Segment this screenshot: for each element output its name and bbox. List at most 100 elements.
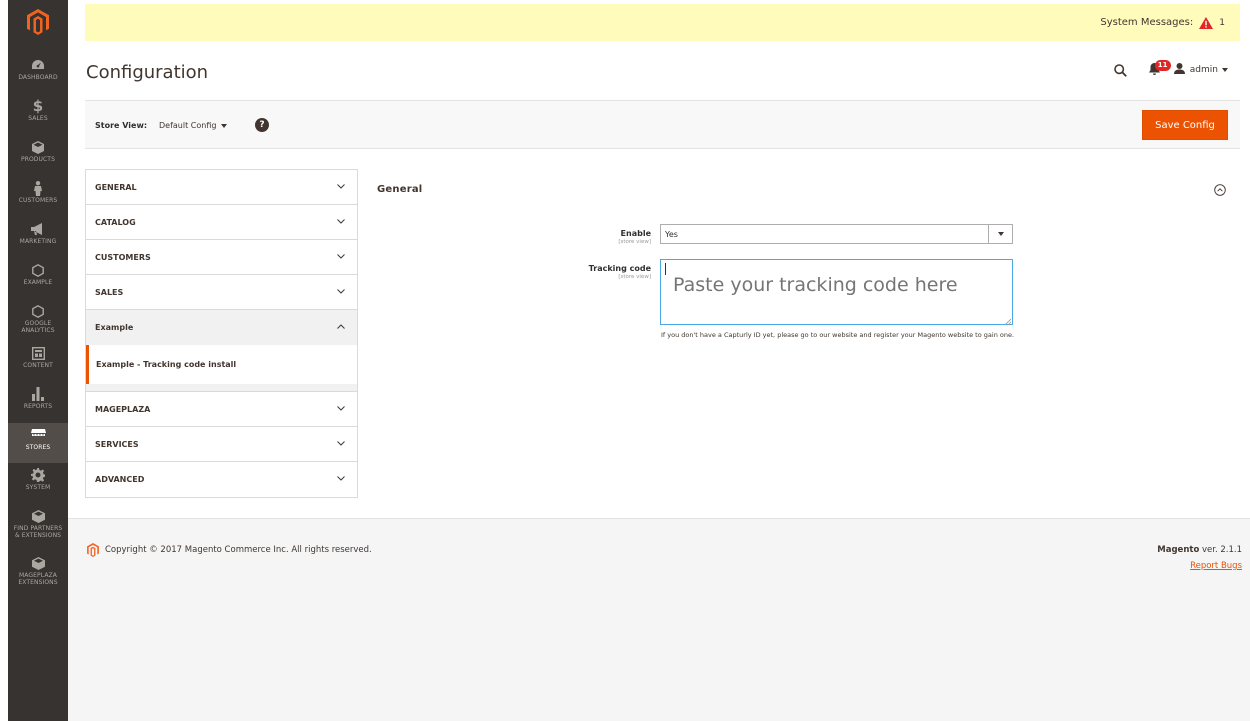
user-icon bbox=[1173, 63, 1185, 77]
nav-mageplaza-extensions[interactable]: MAGEPLAZA EXTENSIONS bbox=[8, 551, 68, 598]
nav-label: CUSTOMERS bbox=[18, 197, 58, 204]
tab-label: CATALOG bbox=[95, 217, 136, 227]
store-view-bar: Store View: Default Config ? Save Config bbox=[85, 100, 1240, 149]
page-title: Configuration bbox=[86, 62, 209, 83]
config-tabs: GENERAL CATALOG CUSTOMERS SALES Example … bbox=[85, 169, 358, 498]
gear-icon bbox=[8, 467, 68, 483]
chevron-up-icon bbox=[337, 322, 345, 331]
tab-label: GENERAL bbox=[95, 182, 137, 192]
nav-products[interactable]: PRODUCTS bbox=[8, 135, 68, 176]
bar-chart-icon bbox=[8, 386, 68, 402]
nav-content[interactable]: CONTENT bbox=[8, 341, 68, 382]
footer-version: Magento ver. 2.1.1 bbox=[1157, 545, 1242, 555]
tab-advanced[interactable]: ADVANCED bbox=[86, 462, 357, 497]
tab-customers[interactable]: CUSTOMERS bbox=[86, 240, 357, 275]
header-actions: 11 admin bbox=[1113, 59, 1228, 80]
enable-field-label: Enable [store view] bbox=[511, 229, 651, 245]
hexagon-icon bbox=[8, 303, 68, 319]
system-messages-bar[interactable]: System Messages: 1 bbox=[85, 4, 1240, 41]
user-menu[interactable]: admin bbox=[1173, 63, 1228, 77]
nav-example[interactable]: EXAMPLE bbox=[8, 258, 68, 299]
tab-general[interactable]: GENERAL bbox=[86, 170, 357, 205]
warning-triangle-icon bbox=[1199, 16, 1214, 29]
tab-sales[interactable]: SALES bbox=[86, 275, 357, 310]
store-view-value: Default Config bbox=[159, 121, 217, 130]
tab-catalog[interactable]: CATALOG bbox=[86, 205, 357, 240]
nav-label: CONTENT bbox=[23, 362, 53, 369]
tab-example-items: Example - Tracking code install bbox=[86, 345, 357, 392]
magento-logo-icon bbox=[87, 543, 99, 557]
box-icon bbox=[8, 555, 68, 571]
help-icon[interactable]: ? bbox=[255, 118, 269, 132]
nav-label: MARKETING bbox=[19, 238, 57, 245]
nav-system[interactable]: SYSTEM bbox=[8, 463, 68, 504]
chevron-down-icon bbox=[337, 474, 345, 483]
nav-label: STORES bbox=[25, 444, 51, 451]
nav-label: PRODUCTS bbox=[21, 156, 55, 163]
save-config-button[interactable]: Save Config bbox=[1142, 110, 1228, 140]
nav-label: REPORTS bbox=[23, 403, 53, 410]
tracking-code-note: If you don't have a Capturly ID yet, ple… bbox=[661, 331, 1015, 339]
tracking-code-label: Tracking code bbox=[588, 264, 651, 273]
cube-icon bbox=[8, 139, 68, 155]
nav-google-analytics[interactable]: GOOGLE ANALYTICS bbox=[8, 299, 68, 341]
resize-grip-icon[interactable] bbox=[1004, 317, 1012, 328]
layout-icon bbox=[8, 345, 68, 361]
text-caret bbox=[665, 263, 666, 275]
admin-sidebar: DASHBOARD $ SALES PRODUCTS CUSTOMERS MAR… bbox=[8, 0, 68, 721]
tab-example[interactable]: Example bbox=[86, 310, 357, 345]
tab-item-tracking-code-install[interactable]: Example - Tracking code install bbox=[86, 345, 357, 384]
user-name: admin bbox=[1189, 65, 1218, 75]
nav-label: FIND PARTNERS & EXTENSIONS bbox=[13, 525, 63, 539]
enable-label: Enable bbox=[620, 229, 651, 238]
collapse-section-icon[interactable] bbox=[1214, 184, 1226, 199]
brand-name: Magento bbox=[1157, 545, 1200, 555]
tab-mageplaza[interactable]: MAGEPLAZA bbox=[86, 392, 357, 427]
tracking-code-scope: [store view] bbox=[618, 274, 651, 280]
nav-label: EXAMPLE bbox=[23, 279, 53, 286]
chevron-down-icon bbox=[337, 217, 345, 226]
chevron-down-icon bbox=[337, 439, 345, 448]
notifications-button[interactable]: 11 bbox=[1148, 59, 1171, 78]
nav-customers[interactable]: CUSTOMERS bbox=[8, 176, 68, 217]
page-footer: Copyright © 2017 Magento Commerce Inc. A… bbox=[68, 518, 1250, 721]
dollar-icon: $ bbox=[32, 97, 44, 115]
nav-label: SYSTEM bbox=[25, 484, 51, 491]
chevron-down-icon bbox=[221, 122, 228, 130]
tracking-code-field-label: Tracking code [store view] bbox=[511, 264, 651, 280]
tab-services[interactable]: SERVICES bbox=[86, 427, 357, 462]
person-icon bbox=[8, 180, 68, 196]
box-icon bbox=[8, 508, 68, 524]
nav-sales[interactable]: $ SALES bbox=[8, 94, 68, 135]
search-icon[interactable] bbox=[1113, 63, 1127, 77]
nav-label: MAGEPLAZA EXTENSIONS bbox=[18, 572, 58, 586]
nav-label: GOOGLE ANALYTICS bbox=[21, 320, 55, 334]
nav-label: DASHBOARD bbox=[18, 74, 58, 81]
system-messages-count: 1 bbox=[1219, 17, 1225, 28]
tab-label: ADVANCED bbox=[95, 475, 145, 484]
nav-stores[interactable]: STORES bbox=[8, 423, 68, 463]
tab-label: CUSTOMERS bbox=[95, 252, 151, 262]
nav-find-partners[interactable]: FIND PARTNERS & EXTENSIONS bbox=[8, 504, 68, 551]
enable-select[interactable]: Yes bbox=[660, 224, 1013, 244]
tab-label: Example bbox=[95, 323, 134, 332]
hexagon-icon bbox=[8, 262, 68, 278]
chevron-down-icon bbox=[988, 225, 1012, 243]
copyright-text: Copyright © 2017 Magento Commerce Inc. A… bbox=[105, 545, 372, 555]
magento-logo-icon[interactable] bbox=[8, 0, 68, 44]
store-icon bbox=[8, 427, 68, 443]
nav-marketing[interactable]: MARKETING bbox=[8, 217, 68, 258]
report-bugs-link[interactable]: Report Bugs bbox=[1190, 561, 1242, 571]
nav-dashboard[interactable]: DASHBOARD bbox=[8, 53, 68, 94]
store-view-switcher[interactable]: Default Config bbox=[159, 121, 228, 130]
section-title[interactable]: General bbox=[377, 184, 422, 195]
chevron-down-icon bbox=[337, 182, 345, 191]
chevron-down-icon bbox=[337, 287, 345, 296]
megaphone-icon bbox=[8, 221, 68, 237]
footer-copyright: Copyright © 2017 Magento Commerce Inc. A… bbox=[87, 543, 372, 557]
tab-label: SERVICES bbox=[95, 439, 139, 449]
nav-reports[interactable]: REPORTS bbox=[8, 382, 68, 423]
enable-select-value: Yes bbox=[665, 229, 678, 239]
nav-label: SALES bbox=[28, 115, 48, 122]
tracking-code-input[interactable] bbox=[660, 259, 1013, 325]
